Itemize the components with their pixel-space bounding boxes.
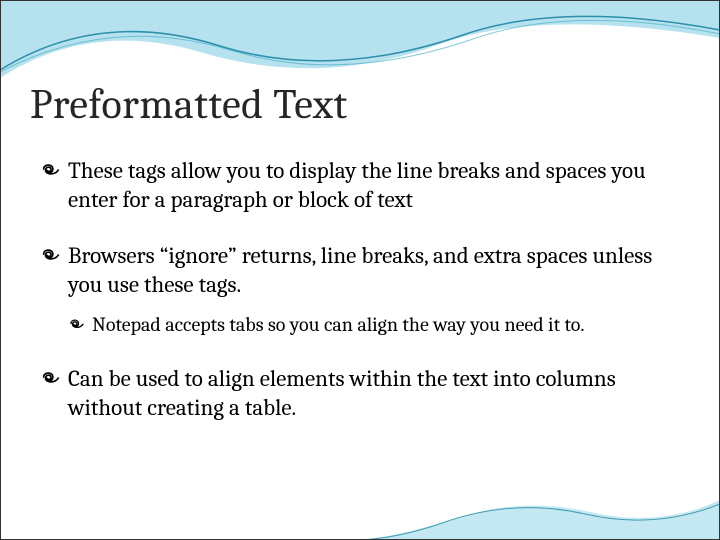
- bullet-text: These tags allow you to display the line…: [68, 156, 680, 215]
- swirl-bullet-icon: [40, 245, 62, 267]
- bullet-item: Can be used to align elements within the…: [40, 364, 680, 423]
- decorative-wave-bottom: [0, 490, 720, 540]
- bullet-text: Notepad accepts tabs so you can align th…: [92, 312, 680, 338]
- bullet-item: Browsers “ignore” returns, line breaks, …: [40, 241, 680, 300]
- slide-title: Preformatted Text: [30, 80, 348, 129]
- swirl-bullet-icon: [40, 368, 62, 390]
- swirl-bullet-icon: [40, 160, 62, 182]
- slide: { "title": "Preformatted Text", "bullets…: [0, 0, 720, 540]
- swirl-bullet-icon: [68, 316, 86, 334]
- bullet-item: These tags allow you to display the line…: [40, 156, 680, 215]
- bullet-sub-item: Notepad accepts tabs so you can align th…: [68, 312, 680, 338]
- bullet-text: Browsers “ignore” returns, line breaks, …: [68, 241, 680, 300]
- slide-body: These tags allow you to display the line…: [40, 156, 680, 449]
- bullet-text: Can be used to align elements within the…: [68, 364, 680, 423]
- decorative-wave-top: [0, 0, 720, 90]
